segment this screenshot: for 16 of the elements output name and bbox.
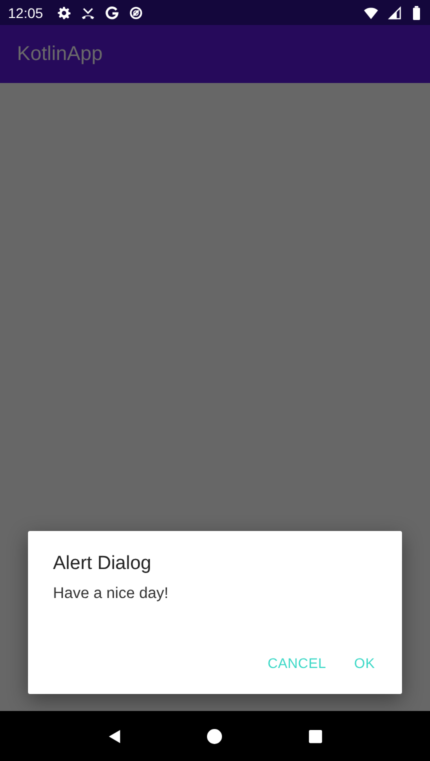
gear-icon (57, 6, 72, 20)
dialog-title: Alert Dialog (53, 553, 152, 575)
signal-icon (388, 6, 402, 20)
dialog-button[interactable]: CANCEL (258, 649, 336, 677)
recents-icon[interactable] (308, 728, 324, 744)
wifi-icon (364, 6, 378, 20)
data-saver-icon (129, 6, 144, 20)
g-logo-icon (105, 6, 120, 20)
missed-call-icon (81, 6, 96, 20)
dialog-message: Have a nice day! (53, 585, 170, 603)
dialog-button[interactable]: OK (344, 649, 385, 677)
back-icon[interactable] (106, 728, 122, 744)
battery-icon (412, 6, 421, 20)
status-time: 12:05 (8, 4, 44, 20)
app-title: KotlinApp (17, 42, 103, 66)
home-icon[interactable] (207, 728, 222, 744)
